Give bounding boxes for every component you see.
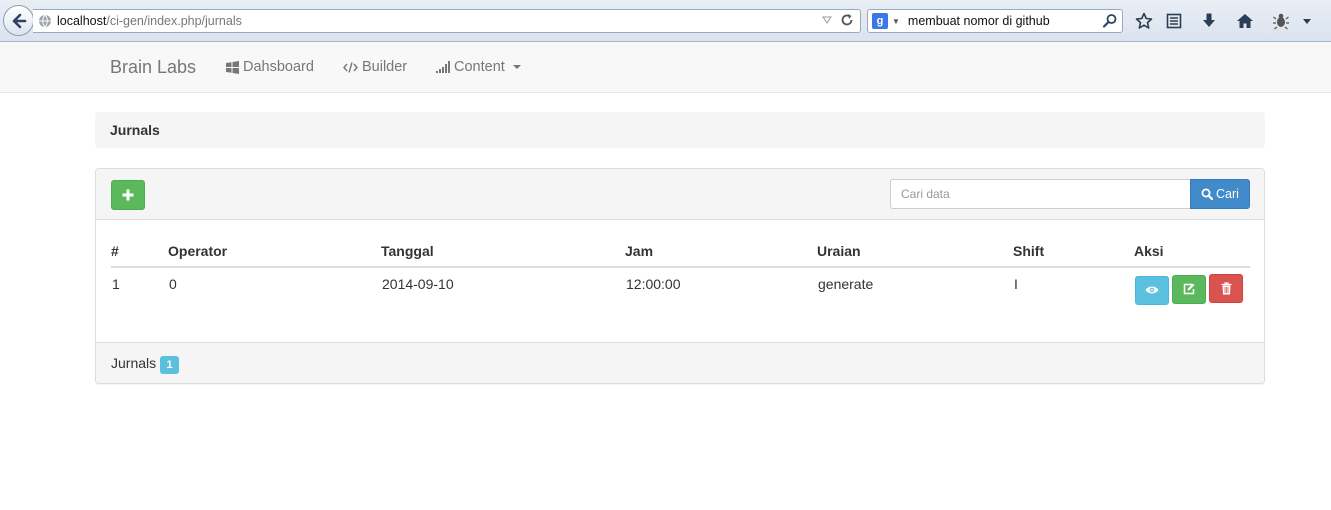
- signal-icon: [436, 61, 450, 73]
- windows-icon: [226, 60, 239, 74]
- table-header-row: # Operator Tanggal Jam Uraian Shift Aksi: [111, 236, 1250, 268]
- menu-caret-icon[interactable]: [1296, 10, 1318, 32]
- code-icon: [343, 61, 358, 73]
- data-panel: Cari # Operator Tanggal Jam Uraian Shift…: [95, 168, 1265, 384]
- url-path: /ci-gen/index.php/jurnals: [106, 14, 242, 28]
- app-navbar: Brain Labs Dahsboard Builder Content: [0, 42, 1331, 93]
- search-icon: [1201, 188, 1214, 200]
- magnifier-icon[interactable]: [1102, 13, 1118, 29]
- addon-bug-icon[interactable]: [1270, 10, 1292, 32]
- nav-dashboard[interactable]: Dahsboard: [226, 59, 314, 75]
- arrow-left-icon: [12, 13, 26, 28]
- trash-icon: [1221, 282, 1231, 295]
- url-text: localhost/ci-gen/index.php/jurnals: [57, 14, 242, 28]
- nav-builder-label: Builder: [362, 59, 408, 75]
- url-host: localhost: [57, 14, 107, 28]
- dropdown-triangle-icon[interactable]: [822, 15, 832, 25]
- eye-icon: [1145, 286, 1159, 294]
- search-button[interactable]: Cari: [1190, 179, 1250, 209]
- cell-actions: [1134, 267, 1250, 311]
- page-title: Jurnals: [110, 122, 160, 138]
- back-button[interactable]: [3, 5, 34, 36]
- cell-operator: 0: [169, 276, 177, 292]
- bookmarks-list-icon[interactable]: [1163, 10, 1185, 32]
- jurnals-table-wrapper: # Operator Tanggal Jam Uraian Shift Aksi…: [111, 236, 1250, 311]
- plus-icon: [122, 189, 134, 201]
- search-button-label: Cari: [1216, 187, 1239, 201]
- nav-content-dropdown[interactable]: Content: [436, 59, 521, 75]
- table-row: 1 0 2014-09-10 12:00:00 generate I: [111, 267, 1250, 311]
- cell-tanggal: 2014-09-10: [382, 276, 454, 292]
- cell-jam: 12:00:00: [626, 276, 681, 292]
- search-input[interactable]: [890, 179, 1191, 209]
- nav-dashboard-label: Dahsboard: [243, 59, 314, 75]
- jurnals-table: # Operator Tanggal Jam Uraian Shift Aksi…: [111, 236, 1250, 311]
- column-header-operator: Operator: [168, 236, 381, 268]
- nav-builder[interactable]: Builder: [343, 59, 407, 75]
- column-header-aksi: Aksi: [1134, 236, 1250, 268]
- home-icon[interactable]: [1234, 10, 1256, 32]
- column-header-shift: Shift: [1013, 236, 1134, 268]
- cell-number: 1: [112, 276, 120, 292]
- breadcrumb: Jurnals: [95, 112, 1265, 148]
- panel-footer: Jurnals 1: [96, 342, 1264, 383]
- nav-content-label: Content: [454, 59, 505, 75]
- column-header-tanggal: Tanggal: [381, 236, 625, 268]
- edit-button[interactable]: [1172, 274, 1206, 304]
- record-count-badge: 1: [160, 356, 179, 374]
- address-bar[interactable]: localhost/ci-gen/index.php/jurnals: [33, 9, 861, 33]
- view-button[interactable]: [1135, 275, 1169, 305]
- delete-button[interactable]: [1209, 274, 1243, 303]
- reload-icon[interactable]: [840, 13, 854, 27]
- footer-label: Jurnals: [111, 355, 157, 371]
- cell-uraian: generate: [818, 276, 874, 292]
- column-header-jam: Jam: [625, 236, 817, 268]
- edit-icon: [1183, 283, 1195, 295]
- add-button[interactable]: [111, 180, 145, 210]
- browser-search-bar[interactable]: g ▼ membuat nomor di github: [867, 9, 1123, 33]
- cell-shift: I: [1014, 276, 1018, 292]
- column-header-number: #: [111, 236, 168, 268]
- google-g-icon[interactable]: g: [872, 13, 888, 29]
- browser-search-query: membuat nomor di github: [907, 14, 1050, 28]
- bookmark-star-icon[interactable]: [1133, 10, 1155, 32]
- brand-link[interactable]: Brain Labs: [110, 57, 196, 78]
- caret-down-icon[interactable]: ▼: [892, 17, 900, 26]
- panel-toolbar: Cari: [96, 169, 1264, 220]
- caret-down-icon: [512, 65, 521, 69]
- download-icon[interactable]: [1198, 10, 1220, 32]
- globe-icon: [39, 14, 51, 28]
- column-header-uraian: Uraian: [817, 236, 1013, 268]
- browser-toolbar: localhost/ci-gen/index.php/jurnals g ▼ m…: [0, 0, 1331, 42]
